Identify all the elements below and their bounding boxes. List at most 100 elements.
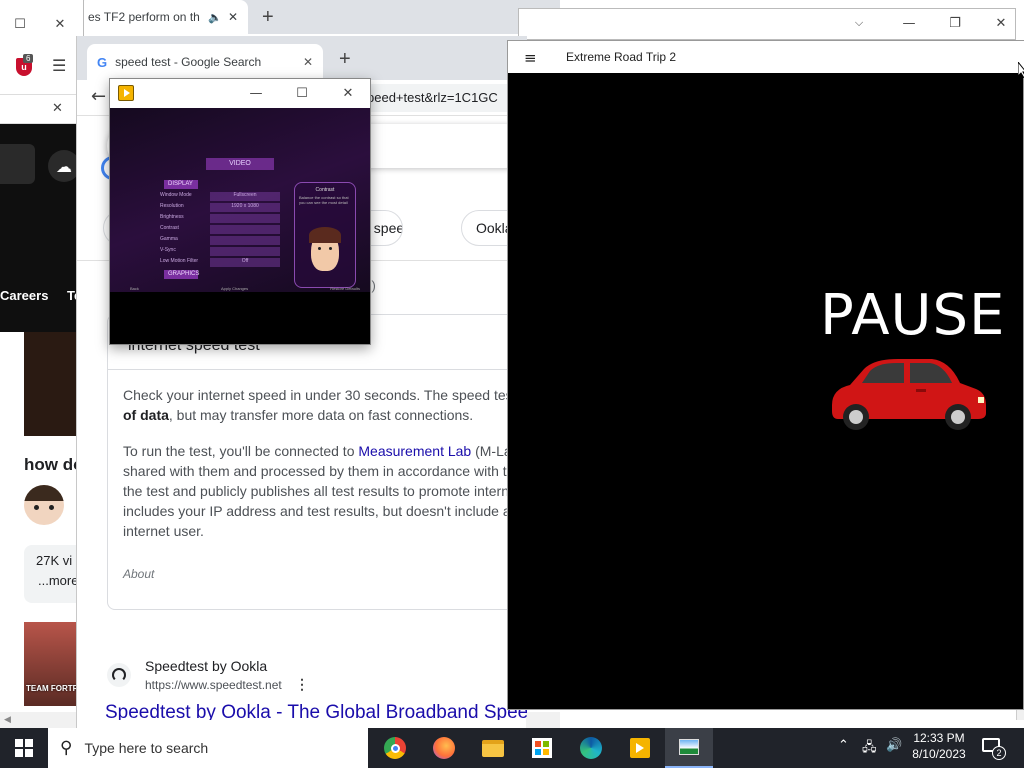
para1-line1: Check your internet speed in under 30 se… — [123, 387, 513, 403]
infobar-close[interactable]: ✕ — [52, 101, 63, 116]
result-title-link[interactable]: Speedtest by Ookla - The Global Broadban… — [105, 702, 527, 720]
avatar[interactable] — [24, 485, 64, 525]
setting-label: Contrast — [160, 225, 179, 231]
maximize-button[interactable]: ☐ — [0, 10, 40, 38]
para1-rest: , but may transfer more data on fast con… — [168, 407, 474, 423]
game-thumbnail[interactable]: TEAM FORTRESS — [24, 622, 76, 706]
setting-label: Low Motion Filter — [160, 258, 199, 264]
video-frame[interactable]: VIDEO DISPLAY Window Mode Fullscreen Resol… — [110, 108, 370, 292]
car-icon[interactable] — [828, 353, 990, 431]
restore-button[interactable]: ❐ — [935, 9, 975, 37]
tooltip-text: Balance the contrast so that you can see… — [299, 195, 349, 205]
store-icon[interactable] — [518, 728, 566, 768]
speaker-icon[interactable]: 🔈 — [208, 11, 222, 24]
video-views: 27K vi — [36, 553, 73, 568]
setting-label: Resolution — [160, 203, 184, 209]
search-snippet: how do — [24, 455, 76, 474]
more-link[interactable]: ...more — [38, 573, 78, 588]
setting-label: Gamma — [160, 236, 178, 242]
video-stats-card[interactable]: 27K vi ...more — [24, 545, 78, 603]
settings-list: Window Mode Fullscreen Resolution 1920 x 10… — [160, 192, 280, 272]
player-app-icon — [118, 85, 134, 101]
setting-row[interactable]: Window Mode Fullscreen — [160, 192, 280, 201]
notification-center[interactable]: 2 — [982, 736, 1006, 760]
footer-back: Back — [130, 286, 139, 291]
tab-title: speed test - Google Search — [115, 55, 262, 69]
taskbar-search[interactable]: ⚲ Type here to search — [48, 728, 368, 768]
new-tab-button[interactable]: + — [262, 6, 274, 29]
close-button[interactable]: ✕ — [328, 79, 368, 107]
speedtest-card: internet speed test Check your internet … — [107, 314, 528, 610]
clock-date: 8/10/2023 — [912, 747, 966, 761]
video-footer: Back Apply Changes Restore Defaults — [130, 286, 360, 291]
measurement-lab-link[interactable]: Measurement Lab — [358, 443, 471, 459]
menu-icon[interactable]: ☰ — [52, 56, 66, 75]
nav-item-careers[interactable]: Careers — [0, 288, 48, 303]
edge-icon[interactable] — [567, 728, 615, 768]
result-site-name: Speedtest by Ookla — [145, 658, 268, 674]
hamburger-menu-icon[interactable]: ≡ — [524, 49, 537, 67]
setting-value: Fullscreen — [210, 192, 280, 201]
video-player-window: — ☐ ✕ VIDEO DISPLAY Window Mode Fullscree… — [109, 78, 371, 345]
player-titlebar: — ☐ ✕ — [110, 79, 370, 108]
tab-title: es TF2 perform on th — [88, 10, 200, 24]
chevron-down-icon[interactable]: ⌵ — [839, 9, 879, 37]
video-thumbnail[interactable] — [24, 332, 76, 436]
new-tab-button[interactable]: + — [339, 48, 351, 71]
setting-value: 1920 x 1080 — [210, 203, 280, 212]
setting-row[interactable]: V-Sync — [160, 247, 280, 256]
media-player-icon[interactable] — [616, 728, 664, 768]
road-trip-app-icon[interactable] — [665, 728, 713, 768]
pause-text[interactable]: PAUSE — [820, 283, 1005, 348]
setting-row[interactable]: Brightness — [160, 214, 280, 223]
chevron-up-icon[interactable]: ⌃ — [838, 738, 849, 753]
left-partial-window: ☐ ✕ u 6 ☰ ✕ ☁ Careers Te — [0, 0, 84, 332]
close-tab-icon[interactable]: ✕ — [303, 55, 313, 69]
para2-line1: To run the test, you'll be connected to … — [123, 441, 528, 461]
tooltip-panel: Contrast Balance the contrast so that yo… — [294, 182, 356, 288]
minimize-button[interactable]: — — [889, 9, 929, 37]
footer-restore: Restore Defaults — [330, 286, 360, 291]
display-label: DISPLAY — [164, 180, 198, 189]
scroll-left-icon[interactable]: ◀ — [4, 714, 11, 725]
close-button[interactable]: ✕ — [40, 10, 80, 38]
firefox-icon[interactable] — [420, 728, 468, 768]
bold-text: of data — [123, 407, 169, 423]
back-browser-tab[interactable]: es TF2 perform on th 🔈 ✕ — [78, 0, 248, 34]
volume-icon[interactable]: 🔊 — [886, 738, 902, 753]
setting-row[interactable]: Contrast — [160, 225, 280, 234]
close-tab-icon[interactable]: ✕ — [228, 10, 238, 24]
setting-value — [210, 247, 280, 256]
setting-row[interactable]: Resolution 1920 x 1080 — [160, 203, 280, 212]
setting-row[interactable]: Gamma — [160, 236, 280, 245]
address-text: peed+test&rlz=1C1GC — [367, 90, 498, 105]
para2-line2: shared with them and processed by them i… — [123, 463, 515, 479]
para2-line5: internet user. — [123, 523, 204, 539]
google-icon: G — [97, 54, 108, 70]
game-window: ≡ Extreme Road Trip 2 PAUSE — [507, 40, 1024, 710]
maximize-button[interactable]: ☐ — [282, 79, 322, 107]
more-options-icon[interactable]: ⋮ — [295, 676, 309, 693]
network-icon[interactable]: 🖧 — [862, 738, 877, 760]
google-search-tab[interactable]: G speed test - Google Search ✕ — [87, 44, 323, 80]
start-button[interactable] — [0, 728, 48, 768]
minimize-button[interactable]: — — [236, 79, 276, 107]
close-button[interactable]: ✕ — [981, 9, 1021, 37]
chip-label: t speed test — [366, 220, 402, 236]
back-arrow-icon[interactable]: ← — [91, 86, 106, 107]
chrome-icon[interactable] — [371, 728, 419, 768]
clock[interactable]: 12:33 PM 8/10/2023 — [906, 731, 972, 761]
character-portrait — [309, 227, 341, 271]
setting-value — [210, 236, 280, 245]
notification-count: 2 — [992, 746, 1006, 760]
background-window-titlebar: ⌵ — ❐ ✕ — [518, 8, 1016, 40]
about-link[interactable]: About — [123, 567, 154, 581]
setting-row[interactable]: Low Motion Filter Off — [160, 258, 280, 267]
file-explorer-icon[interactable] — [469, 728, 517, 768]
para2-prefix: To run the test, you'll be connected to — [123, 443, 359, 459]
result-url: https://www.speedtest.net — [145, 678, 282, 692]
mouse-cursor-icon — [1018, 62, 1024, 78]
para2-line3: the test and publicly publishes all test… — [123, 483, 509, 499]
search-icon: ⚲ — [60, 738, 73, 758]
search-box[interactable] — [0, 144, 35, 184]
